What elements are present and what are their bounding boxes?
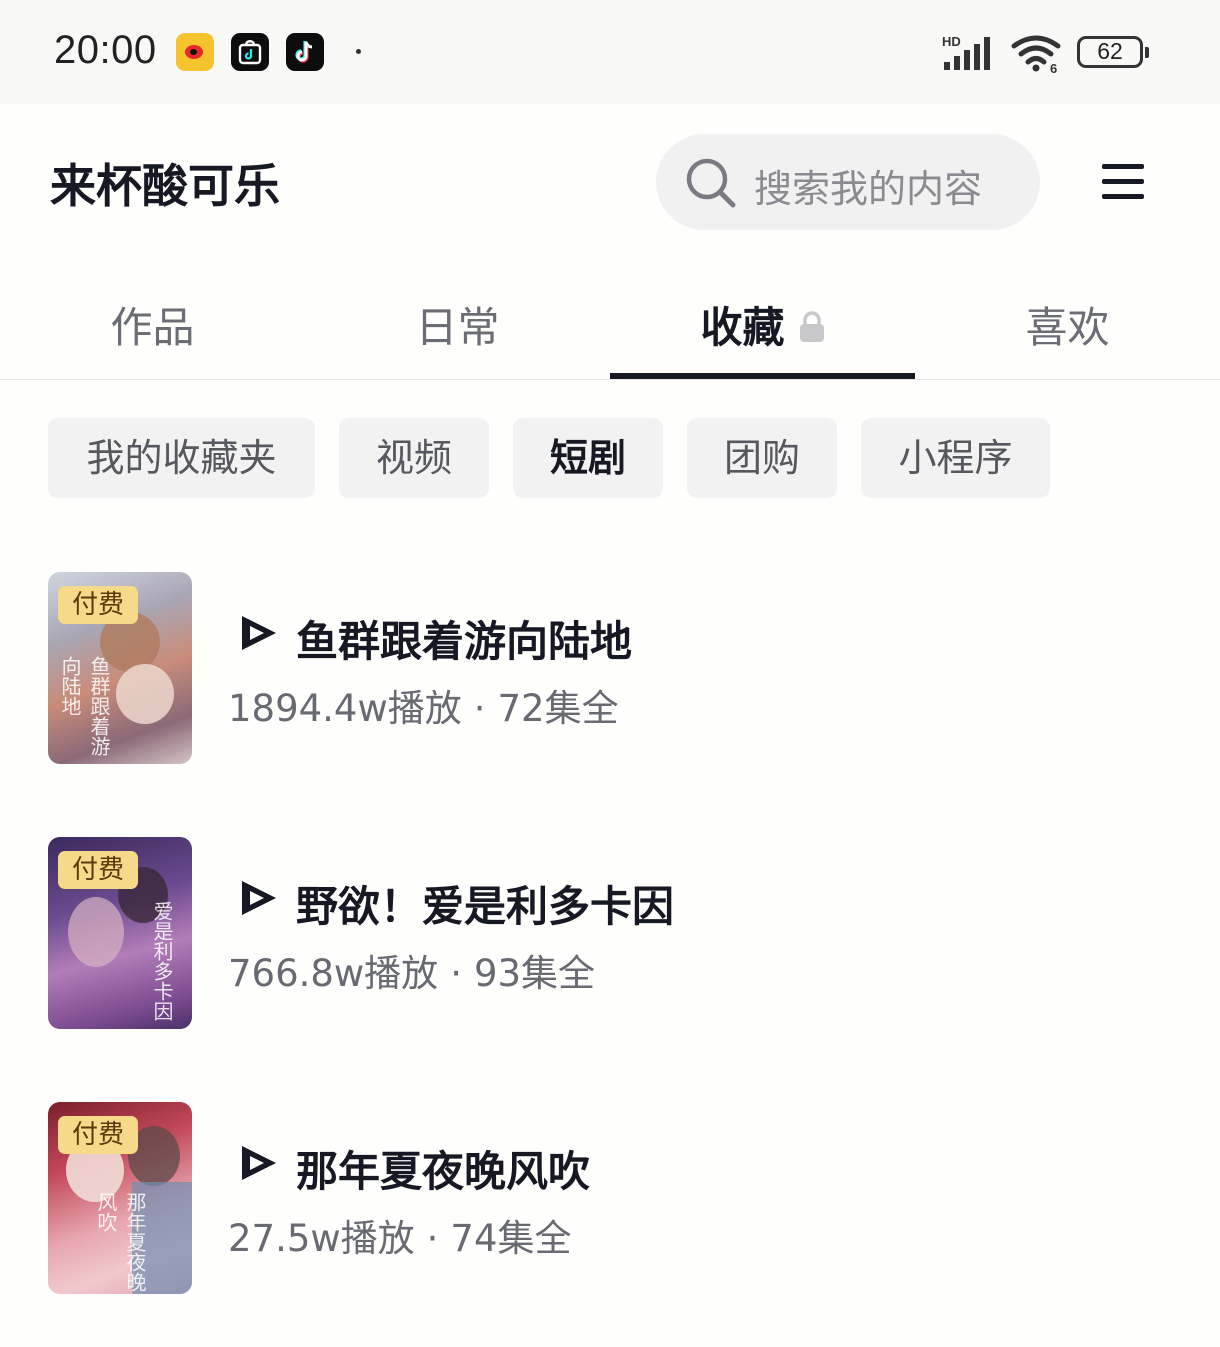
- poster-title: 鱼群跟着游向陆地: [58, 656, 111, 756]
- drama-meta: 27.5w播放 · 74集全: [228, 1208, 572, 1262]
- drama-title[interactable]: 那年夏夜晚风吹: [296, 1138, 590, 1199]
- status-bar: 20:00 HD 6 62: [0, 0, 1220, 104]
- drama-episodes: 93集全: [473, 952, 596, 995]
- poster-title: 那年夏夜晚风吹: [94, 1192, 147, 1292]
- meta-separator: ·: [450, 952, 462, 995]
- short-drama-play-icon: [242, 881, 276, 915]
- search-placeholder: 搜索我的内容: [754, 167, 983, 211]
- drama-poster[interactable]: 付费 那年夏夜晚风吹: [48, 1102, 192, 1294]
- tiktok-shop-icon: [231, 33, 269, 71]
- drama-plays: 27.5w播放: [228, 1217, 415, 1260]
- paid-badge: 付费: [58, 851, 138, 889]
- tab-label: 喜欢: [1025, 303, 1110, 352]
- drama-poster[interactable]: 付费 爱是利多卡因: [48, 837, 192, 1029]
- meta-separator: ·: [473, 687, 486, 730]
- short-drama-play-icon: [242, 1146, 276, 1180]
- drama-plays: 766.8w播放: [228, 952, 439, 995]
- svg-text:HD: HD: [942, 34, 961, 49]
- chip-my-folders[interactable]: 我的收藏夹: [48, 418, 315, 498]
- tab-label: 日常: [415, 303, 500, 352]
- hamburger-menu-icon[interactable]: [1102, 164, 1146, 200]
- status-time: 20:00: [54, 28, 157, 72]
- poster-title: 爱是利多卡因: [150, 901, 174, 1021]
- battery-level: 62: [1097, 38, 1123, 64]
- short-drama-play-icon: [242, 616, 276, 650]
- drama-title[interactable]: 鱼群跟着游向陆地: [296, 608, 632, 669]
- chip-group-buy[interactable]: 团购: [687, 418, 837, 498]
- tab-label: 作品: [110, 303, 195, 352]
- chip-mini-programs[interactable]: 小程序: [861, 418, 1050, 498]
- lock-icon: [799, 310, 824, 342]
- chip-short-dramas[interactable]: 短剧: [513, 418, 663, 498]
- tab-likes[interactable]: 喜欢: [915, 260, 1220, 380]
- tab-label: 收藏: [700, 303, 785, 352]
- drama-plays: 1894.4w播放: [228, 687, 462, 730]
- drama-list-item[interactable]: 付费 鱼群跟着游向陆地 鱼群跟着游向陆地 1894.4w播放 · 72集全: [48, 572, 1178, 765]
- svg-text:6: 6: [1050, 61, 1057, 74]
- tab-daily[interactable]: 日常: [305, 260, 610, 380]
- wifi-icon: 6: [1011, 35, 1061, 74]
- weibo-icon: [176, 33, 214, 71]
- drama-list-item[interactable]: 付费 那年夏夜晚风吹 那年夏夜晚风吹 27.5w播放 · 74集全: [48, 1102, 1178, 1295]
- drama-title[interactable]: 野欲！爱是利多卡因: [296, 873, 674, 934]
- tiktok-icon: [286, 33, 324, 71]
- paid-badge: 付费: [58, 1116, 138, 1154]
- drama-poster[interactable]: 付费 鱼群跟着游向陆地: [48, 572, 192, 764]
- profile-name: 来杯酸可乐: [50, 159, 280, 213]
- drama-list-item[interactable]: 付费 爱是利多卡因 野欲！爱是利多卡因 766.8w播放 · 93集全: [48, 837, 1178, 1030]
- meta-separator: ·: [426, 1217, 439, 1260]
- drama-meta: 766.8w播放 · 93集全: [228, 943, 595, 997]
- profile-tabs: 作品 日常 收藏 喜欢: [0, 260, 1220, 380]
- drama-episodes: 72集全: [497, 687, 619, 730]
- signal-icon: HD: [942, 34, 990, 70]
- tab-works[interactable]: 作品: [0, 260, 305, 380]
- drama-episodes: 74集全: [450, 1217, 572, 1260]
- tabs-divider: [0, 379, 1220, 380]
- paid-badge: 付费: [58, 586, 138, 624]
- battery-icon: 62: [1077, 36, 1149, 68]
- tab-favorites[interactable]: 收藏: [610, 260, 915, 380]
- chip-videos[interactable]: 视频: [339, 418, 489, 498]
- search-icon: [686, 158, 736, 208]
- search-box[interactable]: 搜索我的内容: [656, 134, 1040, 230]
- drama-meta: 1894.4w播放 · 72集全: [228, 678, 619, 732]
- more-notifications-dot: [356, 49, 361, 54]
